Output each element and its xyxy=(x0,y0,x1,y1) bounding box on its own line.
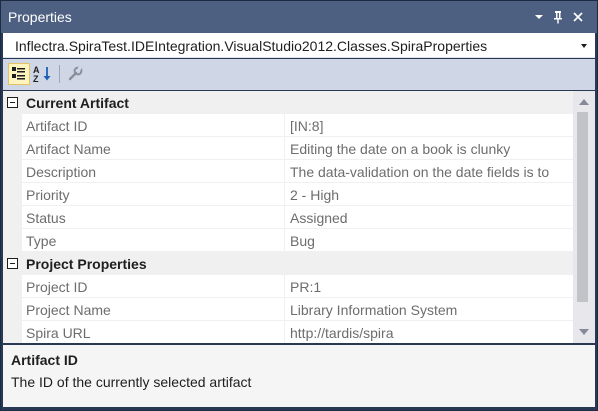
category-row[interactable]: Current Artifact xyxy=(3,91,573,114)
property-name: Priority xyxy=(22,183,285,206)
title-bar[interactable]: Properties xyxy=(1,1,597,33)
alphabetical-button[interactable]: A Z xyxy=(32,63,54,85)
property-value[interactable]: 2 - High xyxy=(285,183,573,206)
property-row[interactable]: Status Assigned xyxy=(3,206,573,229)
wrench-icon xyxy=(68,66,83,81)
scroll-down-icon[interactable] xyxy=(573,323,595,341)
property-row[interactable]: Project ID PR:1 xyxy=(3,275,573,298)
chevron-down-icon[interactable] xyxy=(581,44,587,48)
property-value[interactable]: PR:1 xyxy=(285,275,573,298)
category-label: Project Properties xyxy=(26,256,147,272)
window-title: Properties xyxy=(8,9,72,25)
description-title: Artifact ID xyxy=(11,352,78,368)
toolbar-separator xyxy=(59,65,60,83)
property-name: Spira URL xyxy=(22,321,285,343)
object-selector-value: Inflectra.SpiraTest.IDEIntegration.Visua… xyxy=(15,38,488,54)
property-row[interactable]: Description The data-validation on the d… xyxy=(3,160,573,183)
collapse-icon[interactable] xyxy=(7,97,18,108)
close-icon[interactable] xyxy=(570,9,586,25)
property-pages-button[interactable] xyxy=(64,63,86,85)
property-row[interactable]: Artifact ID [IN:8] xyxy=(3,114,573,137)
categorized-icon xyxy=(12,67,25,80)
scrollbar-thumb[interactable] xyxy=(577,112,588,302)
property-value[interactable]: Bug xyxy=(285,229,573,252)
vertical-scrollbar[interactable] xyxy=(573,91,595,343)
chevron-down-icon[interactable] xyxy=(531,9,547,25)
property-grid: Current Artifact Artifact ID [IN:8] Arti… xyxy=(3,91,595,343)
properties-window: Properties Inflectra.SpiraTest.IDEIntegr… xyxy=(0,0,598,411)
property-grid-rows: Current Artifact Artifact ID [IN:8] Arti… xyxy=(3,91,573,343)
property-name: Type xyxy=(22,229,285,252)
pin-icon[interactable] xyxy=(550,9,566,25)
property-name: Description xyxy=(22,160,285,183)
categorized-button[interactable] xyxy=(8,63,30,85)
property-name: Artifact ID xyxy=(22,114,285,137)
toolbar: A Z xyxy=(3,59,595,90)
property-value[interactable]: http://tardis/spira xyxy=(285,321,573,343)
collapse-icon[interactable] xyxy=(7,258,18,269)
svg-text:Z: Z xyxy=(33,74,39,84)
property-row[interactable]: Priority 2 - High xyxy=(3,183,573,206)
sort-alphabetical-icon: A Z xyxy=(33,65,51,84)
property-value[interactable]: The data-validation on the date fields i… xyxy=(285,160,573,183)
description-pane: Artifact ID The ID of the currently sele… xyxy=(3,345,595,407)
category-label: Current Artifact xyxy=(26,95,129,111)
property-row[interactable]: Project Name Library Information System xyxy=(3,298,573,321)
property-name: Status xyxy=(22,206,285,229)
category-row[interactable]: Project Properties xyxy=(3,252,573,275)
scroll-up-icon[interactable] xyxy=(573,93,595,111)
property-value[interactable]: Editing the date on a book is clunky xyxy=(285,137,573,160)
object-selector[interactable]: Inflectra.SpiraTest.IDEIntegration.Visua… xyxy=(3,33,595,58)
property-name: Project ID xyxy=(22,275,285,298)
property-row[interactable]: Spira URL http://tardis/spira xyxy=(3,321,573,343)
property-name: Artifact Name xyxy=(22,137,285,160)
property-row[interactable]: Artifact Name Editing the date on a book… xyxy=(3,137,573,160)
property-row[interactable]: Type Bug xyxy=(3,229,573,252)
property-value[interactable]: Assigned xyxy=(285,206,573,229)
property-name: Project Name xyxy=(22,298,285,321)
property-value[interactable]: [IN:8] xyxy=(285,114,573,137)
description-text: The ID of the currently selected artifac… xyxy=(11,374,252,390)
property-value[interactable]: Library Information System xyxy=(285,298,573,321)
